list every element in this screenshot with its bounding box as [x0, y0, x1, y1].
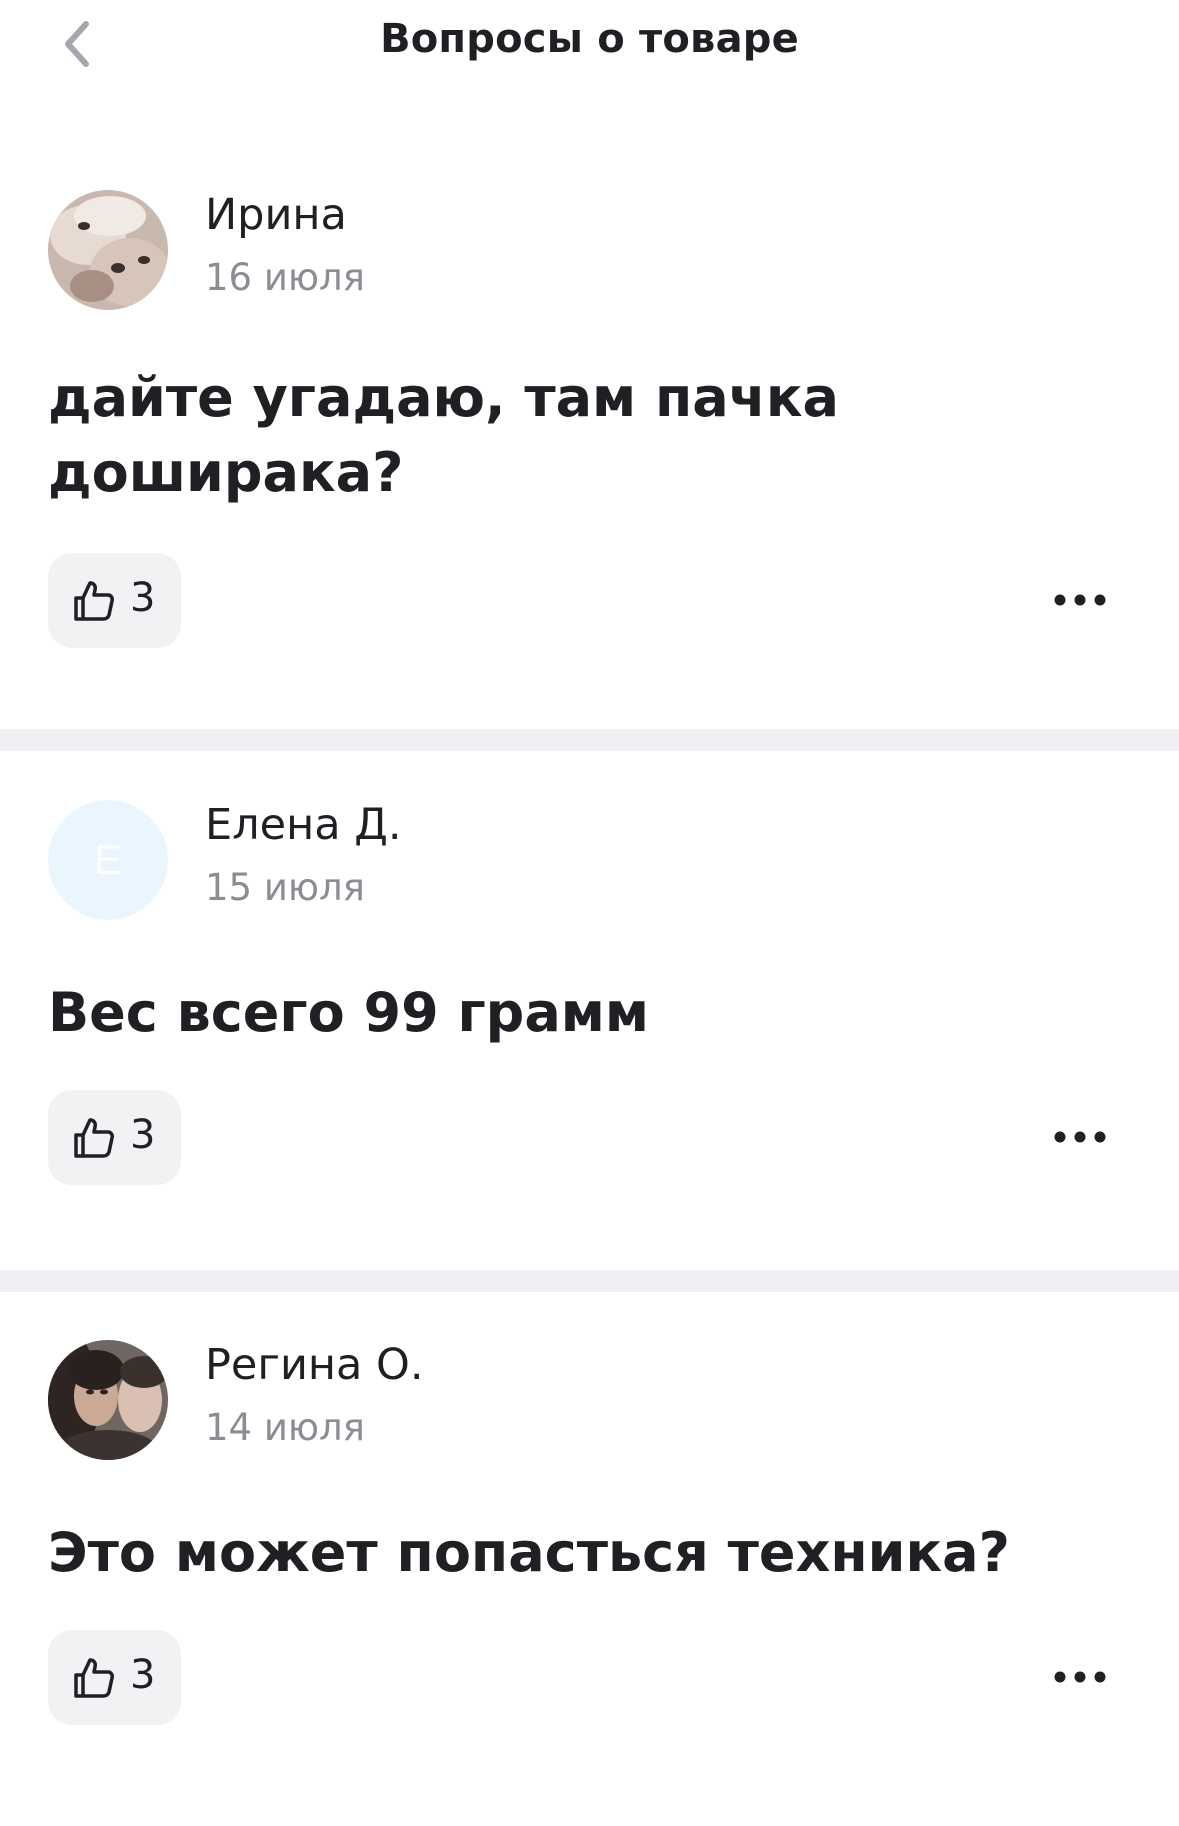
- avatar-photo: [48, 190, 168, 310]
- more-horizontal-icon: [1054, 594, 1106, 606]
- author-name: Елена Д.: [205, 800, 402, 850]
- author-name: Ирина: [205, 190, 347, 240]
- like-count: 3: [130, 575, 156, 621]
- more-options-button[interactable]: [1045, 1107, 1115, 1167]
- question-date: 14 июля: [205, 1406, 365, 1449]
- section-divider: [0, 729, 1179, 751]
- like-button[interactable]: 3: [48, 553, 181, 648]
- question-date: 15 июля: [205, 866, 365, 909]
- like-button[interactable]: 3: [48, 1630, 181, 1725]
- avatar[interactable]: [48, 190, 168, 310]
- more-options-button[interactable]: [1045, 570, 1115, 630]
- more-options-button[interactable]: [1045, 1647, 1115, 1707]
- like-button[interactable]: 3: [48, 1090, 181, 1185]
- question-text: Вес всего 99 грамм: [48, 981, 650, 1044]
- more-horizontal-icon: [1054, 1131, 1106, 1143]
- avatar[interactable]: [48, 1340, 168, 1460]
- avatar-photo: [48, 1340, 168, 1460]
- author-name: Регина О.: [205, 1340, 424, 1390]
- section-divider: [0, 1270, 1179, 1292]
- more-horizontal-icon: [1054, 1671, 1106, 1683]
- thumbs-up-icon: [74, 1118, 114, 1158]
- question-text: дайте угадаю, там пачка доширака?: [48, 366, 839, 504]
- question-text: Это может попасться техника?: [48, 1521, 1010, 1584]
- header: Вопросы о товаре: [0, 0, 1179, 88]
- like-count: 3: [130, 1112, 156, 1158]
- page-title: Вопросы о товаре: [380, 16, 799, 62]
- avatar[interactable]: Е: [48, 800, 168, 920]
- like-count: 3: [130, 1652, 156, 1698]
- thumbs-up-icon: [74, 1658, 114, 1698]
- thumbs-up-icon: [74, 581, 114, 621]
- question-date: 16 июля: [205, 256, 365, 299]
- avatar-initial: Е: [93, 836, 122, 883]
